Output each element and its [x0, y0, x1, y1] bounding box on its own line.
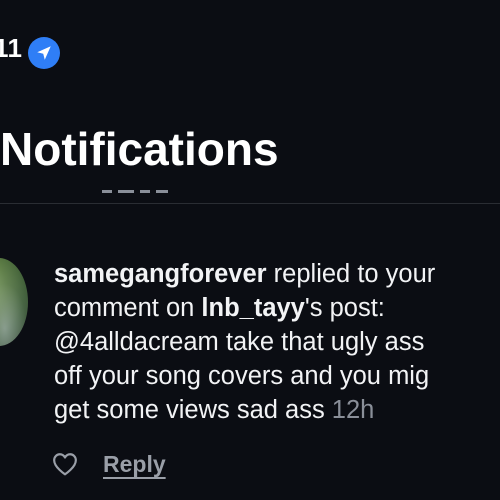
- notification-timestamp: 12h: [331, 396, 375, 424]
- notification-line-1: samegangforever replied to your: [54, 257, 500, 291]
- comment-line-2: off your song covers and you mig: [54, 362, 430, 390]
- comment-line-3: get some views sad ass 12h: [54, 393, 500, 427]
- username-link[interactable]: samegangforever: [54, 260, 267, 288]
- notification-line-2: comment on lnb_tayy's post:: [54, 291, 500, 325]
- notification-text[interactable]: samegangforever replied to your comment …: [54, 257, 500, 427]
- post-suffix-text: 's post:: [304, 294, 385, 322]
- post-owner-link[interactable]: lnb_tayy: [201, 294, 304, 322]
- avatar-photo: [0, 258, 28, 346]
- notifications-screen: 11 Notifications samegangforever replied…: [0, 0, 500, 500]
- header-divider: [0, 203, 500, 204]
- page-title: Notifications: [0, 123, 279, 175]
- comment-line-1: @4alldacream take that ugly ass: [54, 328, 425, 356]
- reply-button[interactable]: Reply: [103, 451, 166, 478]
- status-bar-time: 11: [0, 33, 23, 63]
- comment-end-text: get some views sad ass: [54, 396, 332, 424]
- notification-actions: Reply: [52, 450, 166, 478]
- action-text: replied to your: [266, 260, 436, 288]
- location-arrow-icon: [28, 37, 60, 69]
- heart-icon[interactable]: [52, 451, 78, 477]
- comment-on-text: comment on: [54, 294, 202, 322]
- avatar[interactable]: [0, 258, 28, 346]
